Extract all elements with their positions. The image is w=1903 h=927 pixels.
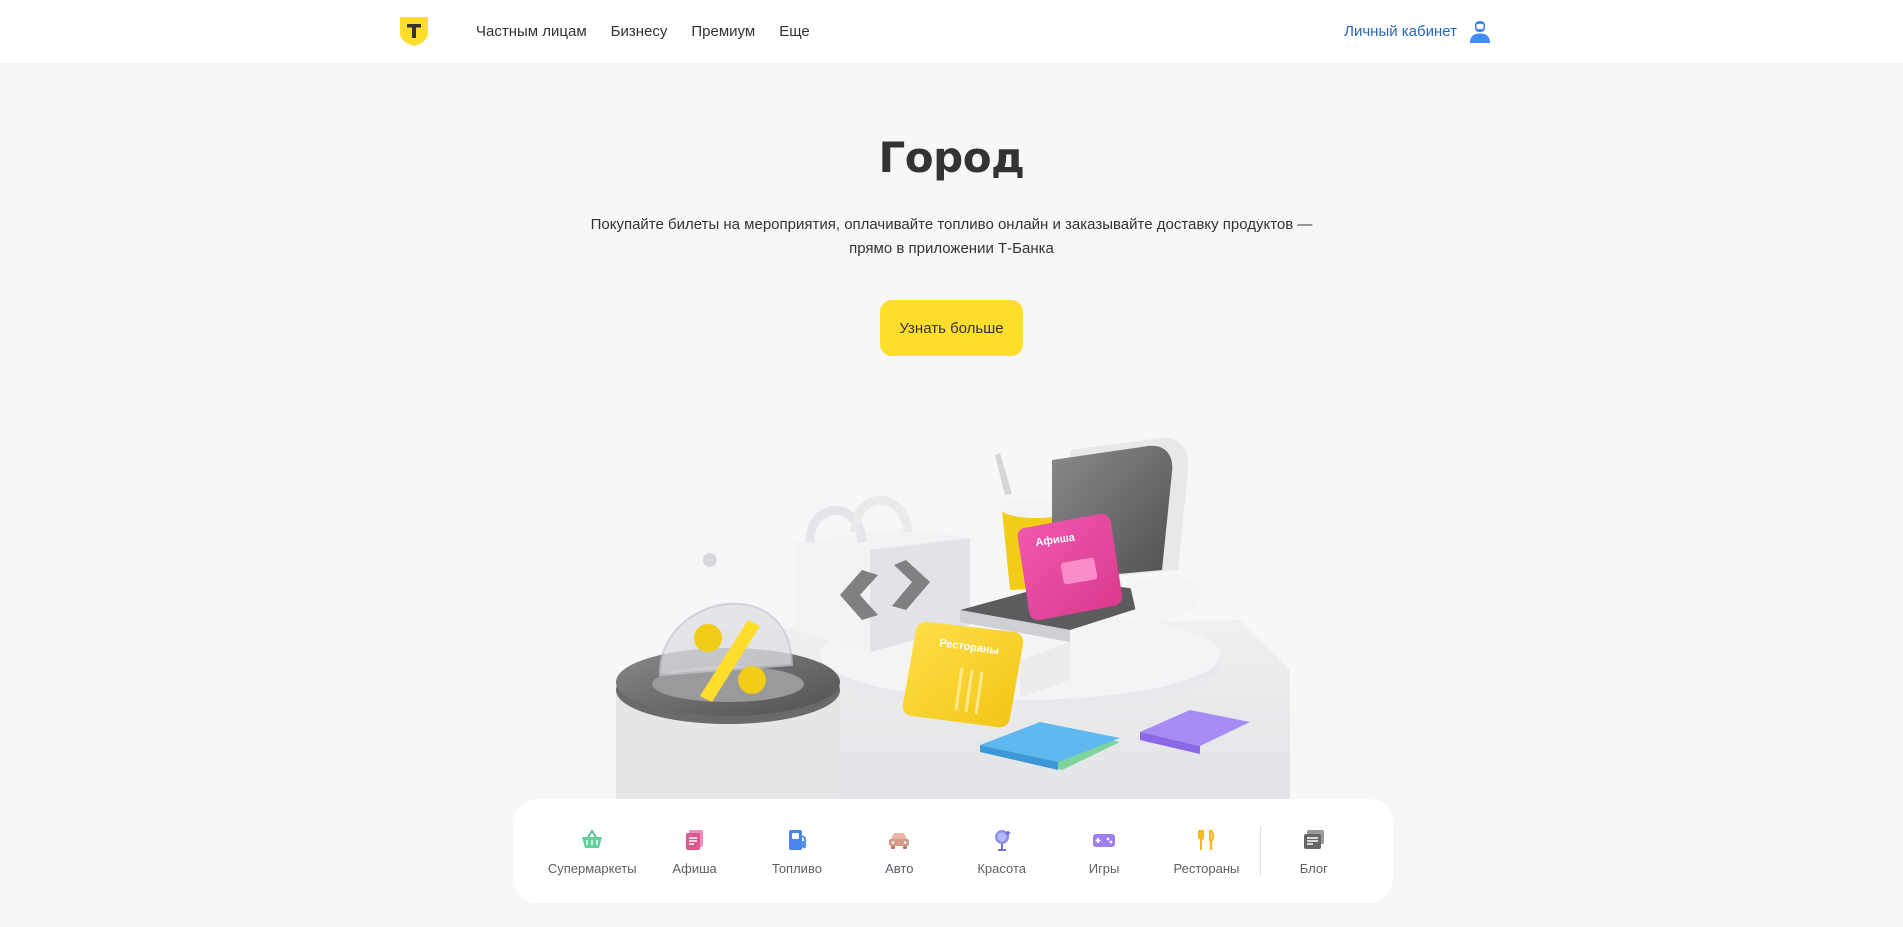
restaurants-card: Рестораны	[902, 621, 1024, 728]
service-supermarkets[interactable]: Супермаркеты	[541, 827, 643, 876]
nav-item-private[interactable]: Частным лицам	[476, 23, 587, 40]
afisha-card: Афиша	[1017, 513, 1123, 621]
ticket-icon	[685, 829, 703, 850]
services-bar: Супермаркеты Афиша Топливо Авто Красота …	[513, 799, 1393, 903]
service-afisha[interactable]: Афиша	[643, 827, 745, 876]
service-label: Рестораны	[1173, 860, 1240, 876]
service-fuel[interactable]: Топливо	[746, 827, 848, 876]
fork-knife-icon	[1198, 828, 1215, 850]
service-label: Игры	[1088, 860, 1120, 876]
service-label: Блог	[1299, 860, 1328, 876]
hero-illustration: Афиша Рестораны	[616, 437, 1290, 800]
nav-item-more[interactable]: Еще	[779, 23, 810, 40]
learn-more-button[interactable]: Узнать больше	[880, 300, 1023, 356]
nav-item-business[interactable]: Бизнесу	[611, 23, 668, 40]
top-header: Частным лицам Бизнесу Премиум Еще Личный…	[0, 0, 1903, 63]
service-auto[interactable]: Авто	[848, 827, 950, 876]
page-title: Город	[878, 133, 1025, 182]
gamepad-icon	[1093, 833, 1116, 847]
fuel-icon	[788, 829, 806, 850]
service-label: Топливо	[771, 860, 822, 876]
hero-description-line-1: Покупайте билеты на мероприятия, оплачив…	[590, 216, 1313, 233]
account-area: Личный кабинет	[1344, 0, 1491, 63]
nav-item-premium[interactable]: Премиум	[691, 23, 755, 40]
tbank-logo-icon[interactable]	[398, 15, 430, 48]
hero-description-line-2: прямо в приложении Т-Банка	[849, 240, 1054, 257]
mirror-icon	[994, 829, 1011, 851]
service-beauty[interactable]: Красота	[951, 827, 1053, 876]
service-games[interactable]: Игры	[1053, 827, 1155, 876]
hero-description: Покупайте билеты на мероприятия, оплачив…	[576, 213, 1327, 261]
service-restaurants[interactable]: Рестораны	[1155, 827, 1257, 876]
personal-account-link[interactable]: Личный кабинет	[1344, 23, 1457, 40]
cloche-knob	[703, 553, 717, 567]
service-label: Авто	[885, 860, 914, 876]
user-icon[interactable]	[1469, 20, 1491, 44]
service-blog[interactable]: Блог	[1263, 827, 1365, 876]
basket-icon	[582, 828, 603, 848]
service-label: Красота	[977, 860, 1027, 876]
blog-icon	[1303, 829, 1324, 849]
service-label: Афиша	[672, 860, 717, 876]
car-icon	[889, 832, 910, 849]
service-label: Супермаркеты	[547, 860, 637, 876]
main-nav: Частным лицам Бизнесу Премиум Еще	[476, 0, 810, 63]
services-divider	[1259, 826, 1261, 876]
